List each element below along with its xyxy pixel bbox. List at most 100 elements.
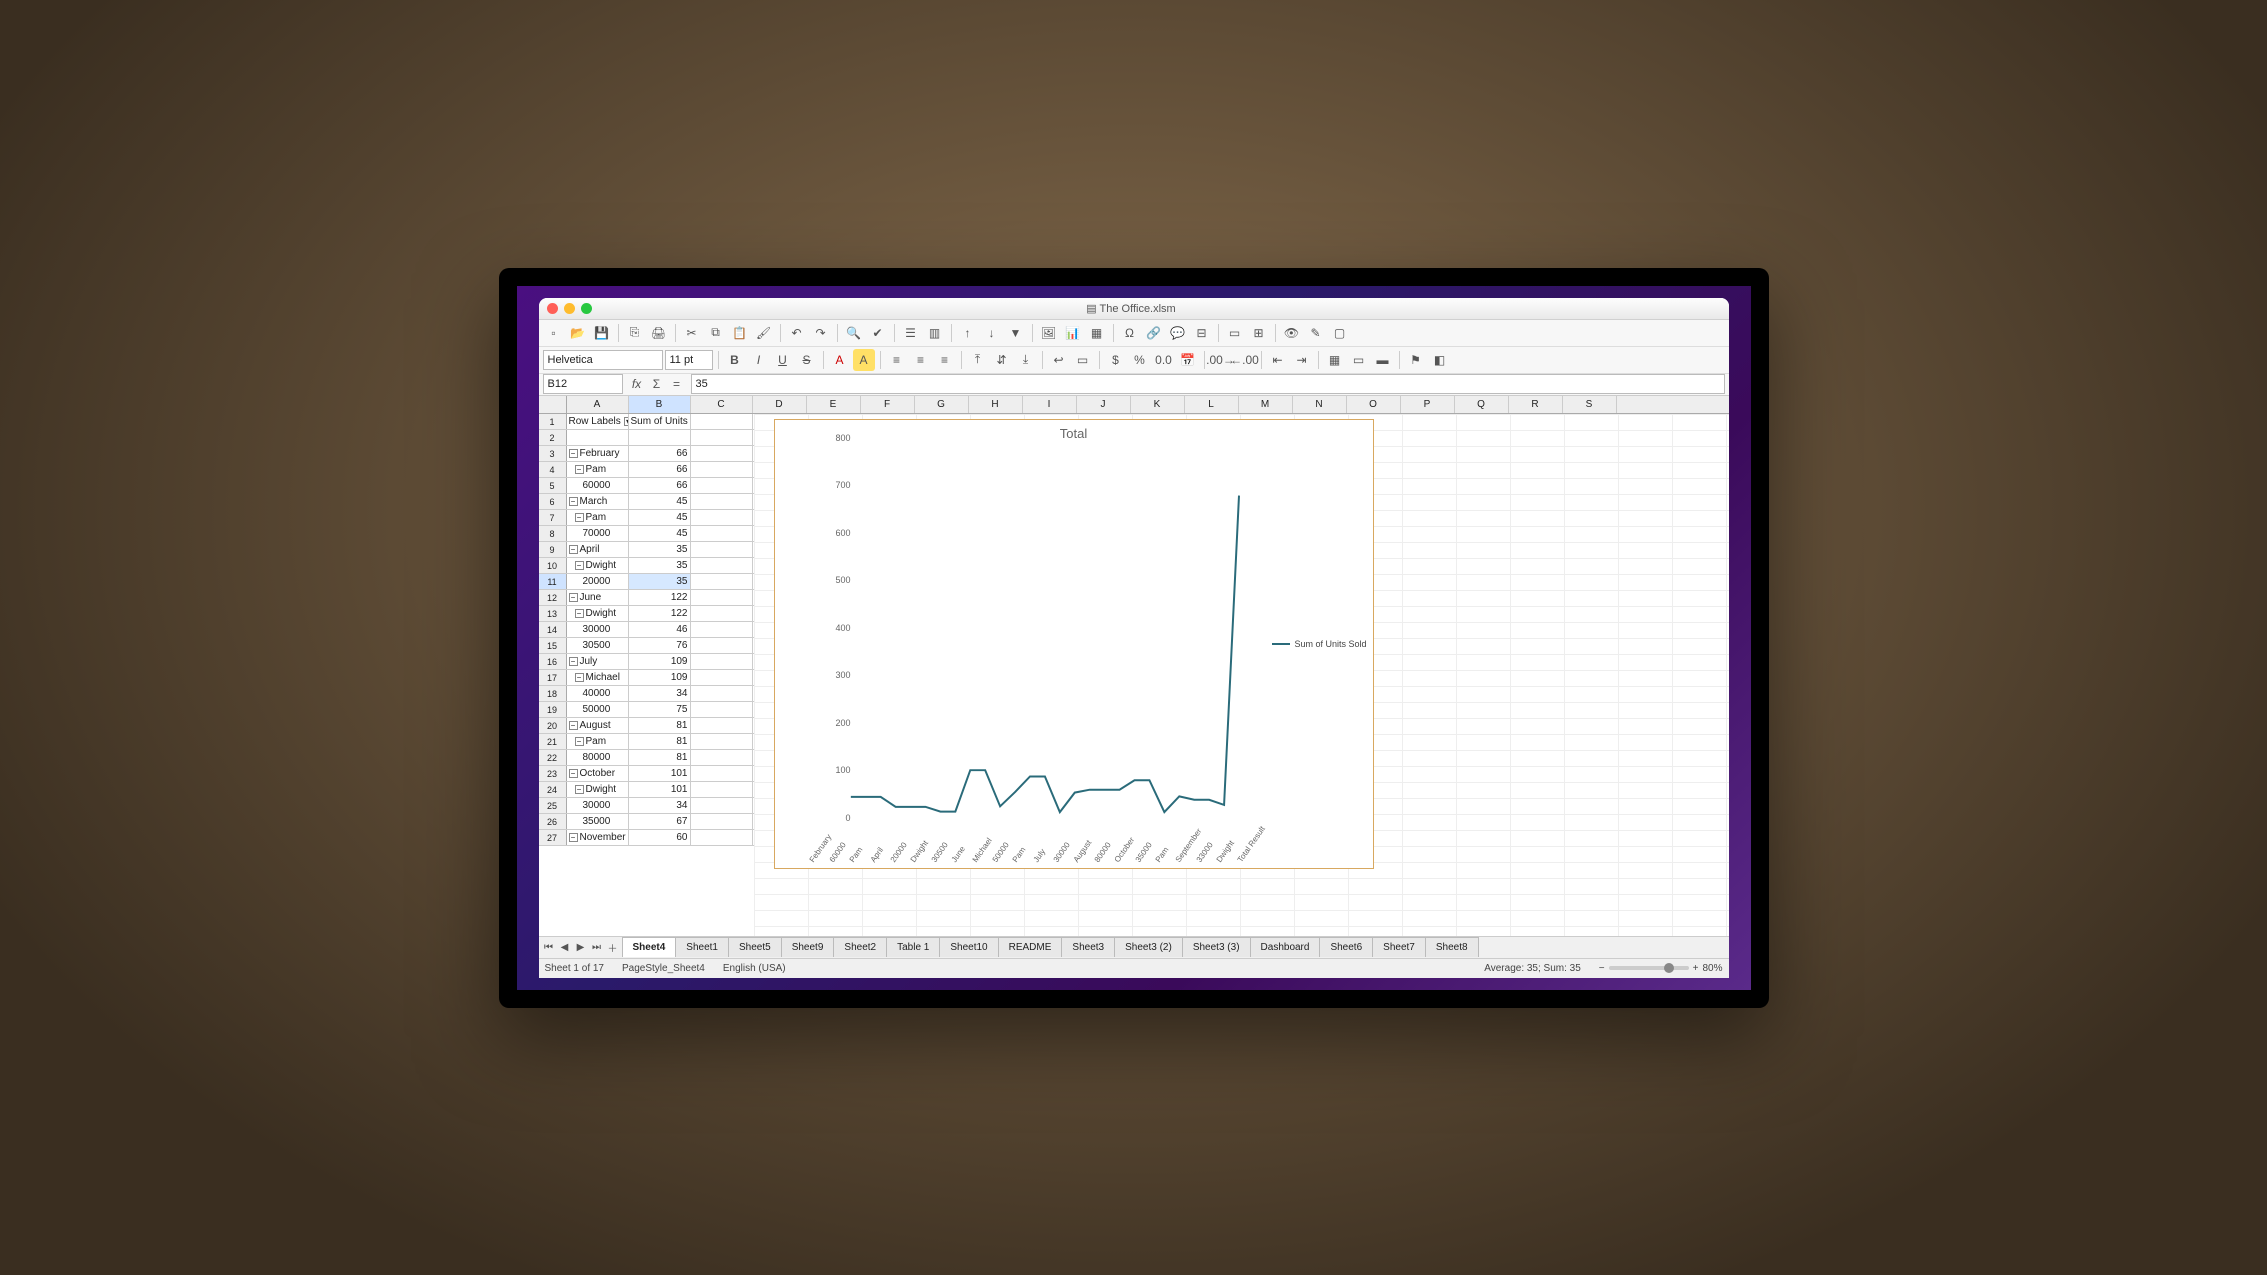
cell[interactable]: 66: [629, 462, 691, 477]
column-header-p[interactable]: P: [1401, 396, 1455, 413]
cell[interactable]: [691, 766, 753, 781]
cell[interactable]: 60000: [567, 478, 629, 493]
cell[interactable]: 101: [629, 766, 691, 781]
cell[interactable]: [691, 430, 753, 445]
cell[interactable]: 76: [629, 638, 691, 653]
cell[interactable]: −June: [567, 590, 629, 605]
cell[interactable]: 81: [629, 734, 691, 749]
sum-icon[interactable]: Σ: [647, 374, 667, 394]
align-center-icon[interactable]: ≡: [910, 349, 932, 371]
column-header-n[interactable]: N: [1293, 396, 1347, 413]
paste-icon[interactable]: 📋: [729, 322, 751, 344]
find-icon[interactable]: 🔍: [843, 322, 865, 344]
tab-prev-icon[interactable]: ◀: [557, 939, 573, 955]
add-decimal-icon[interactable]: .00→: [1210, 349, 1232, 371]
column-header-m[interactable]: M: [1239, 396, 1293, 413]
row-header[interactable]: 18: [539, 686, 567, 701]
wrap-text-icon[interactable]: ↩: [1048, 349, 1070, 371]
zoom-icon[interactable]: [581, 303, 592, 314]
column-header-a[interactable]: A: [567, 396, 629, 413]
cell[interactable]: [691, 686, 753, 701]
row-header[interactable]: 10: [539, 558, 567, 573]
cell[interactable]: 45: [629, 510, 691, 525]
pivot-icon[interactable]: ▦: [1086, 322, 1108, 344]
cell[interactable]: [691, 670, 753, 685]
sheet-tab[interactable]: Sheet3 (2): [1114, 937, 1183, 957]
zoom-control[interactable]: − + 80%: [1599, 963, 1723, 974]
cell[interactable]: [691, 494, 753, 509]
cell[interactable]: −November: [567, 830, 629, 845]
sheet-tab[interactable]: Sheet5: [728, 937, 782, 957]
zoom-out-icon[interactable]: −: [1599, 963, 1605, 974]
formula-input[interactable]: 35: [691, 374, 1725, 394]
cell[interactable]: [691, 718, 753, 733]
split-icon[interactable]: ⊞: [1248, 322, 1270, 344]
image-icon[interactable]: 🖼: [1038, 322, 1060, 344]
align-left-icon[interactable]: ≡: [886, 349, 908, 371]
cell[interactable]: −Dwight: [567, 558, 629, 573]
row-header[interactable]: 1: [539, 414, 567, 429]
row-header[interactable]: 15: [539, 638, 567, 653]
font-size-select[interactable]: 11 pt: [665, 350, 713, 370]
row-header[interactable]: 19: [539, 702, 567, 717]
hyperlink-icon[interactable]: 🔗: [1143, 322, 1165, 344]
cell[interactable]: −July: [567, 654, 629, 669]
cell[interactable]: 20000: [567, 574, 629, 589]
new-icon[interactable]: ▫: [543, 322, 565, 344]
underline-icon[interactable]: U: [772, 349, 794, 371]
cell[interactable]: [691, 638, 753, 653]
cell[interactable]: 81: [629, 718, 691, 733]
cell[interactable]: [691, 750, 753, 765]
decrease-indent-icon[interactable]: ⇤: [1267, 349, 1289, 371]
cell-style-icon[interactable]: ◧: [1429, 349, 1451, 371]
autofilter-icon[interactable]: ▼: [1005, 322, 1027, 344]
cell[interactable]: [691, 782, 753, 797]
comment-icon[interactable]: 💬: [1167, 322, 1189, 344]
sort-asc-icon[interactable]: ↑: [957, 322, 979, 344]
cell[interactable]: [691, 446, 753, 461]
chart-icon[interactable]: 📊: [1062, 322, 1084, 344]
row-header[interactable]: 3: [539, 446, 567, 461]
cell[interactable]: [691, 478, 753, 493]
column-header-j[interactable]: J: [1077, 396, 1131, 413]
sheet-tab[interactable]: Sheet1: [675, 937, 729, 957]
row-header[interactable]: 12: [539, 590, 567, 605]
cell[interactable]: 46: [629, 622, 691, 637]
column-header-i[interactable]: I: [1023, 396, 1077, 413]
cell[interactable]: 109: [629, 654, 691, 669]
date-icon[interactable]: 📅: [1177, 349, 1199, 371]
cell[interactable]: −Pam: [567, 462, 629, 477]
borders-icon[interactable]: ▦: [1324, 349, 1346, 371]
cell[interactable]: −Pam: [567, 510, 629, 525]
cell[interactable]: Row Labels ▾: [567, 414, 629, 429]
cell[interactable]: 122: [629, 606, 691, 621]
highlight-icon[interactable]: A: [853, 349, 875, 371]
strikethrough-icon[interactable]: S: [796, 349, 818, 371]
cell[interactable]: [691, 734, 753, 749]
cell[interactable]: −April: [567, 542, 629, 557]
print-icon[interactable]: 🖨: [648, 322, 670, 344]
data-grid[interactable]: 1Row Labels ▾Sum of Units Sold23−Februar…: [539, 414, 754, 936]
row-header[interactable]: 11: [539, 574, 567, 589]
cell[interactable]: [691, 558, 753, 573]
cell[interactable]: 35: [629, 542, 691, 557]
row-header[interactable]: 9: [539, 542, 567, 557]
zoom-in-icon[interactable]: +: [1693, 963, 1699, 974]
print-preview-icon[interactable]: 👁: [1281, 322, 1303, 344]
column-header-r[interactable]: R: [1509, 396, 1563, 413]
sheet-tab[interactable]: Sheet2: [833, 937, 887, 957]
row-header[interactable]: 16: [539, 654, 567, 669]
cell[interactable]: [691, 622, 753, 637]
cell[interactable]: [691, 814, 753, 829]
cell[interactable]: 30000: [567, 622, 629, 637]
column-header-s[interactable]: S: [1563, 396, 1617, 413]
tab-last-icon[interactable]: ⏭: [589, 939, 605, 955]
column-header-f[interactable]: F: [861, 396, 915, 413]
sheet-tab[interactable]: Dashboard: [1250, 937, 1321, 957]
cell[interactable]: 45: [629, 526, 691, 541]
open-icon[interactable]: 📂: [567, 322, 589, 344]
spellcheck-icon[interactable]: ✔: [867, 322, 889, 344]
cell[interactable]: [691, 526, 753, 541]
cell[interactable]: −March: [567, 494, 629, 509]
row-header[interactable]: 2: [539, 430, 567, 445]
